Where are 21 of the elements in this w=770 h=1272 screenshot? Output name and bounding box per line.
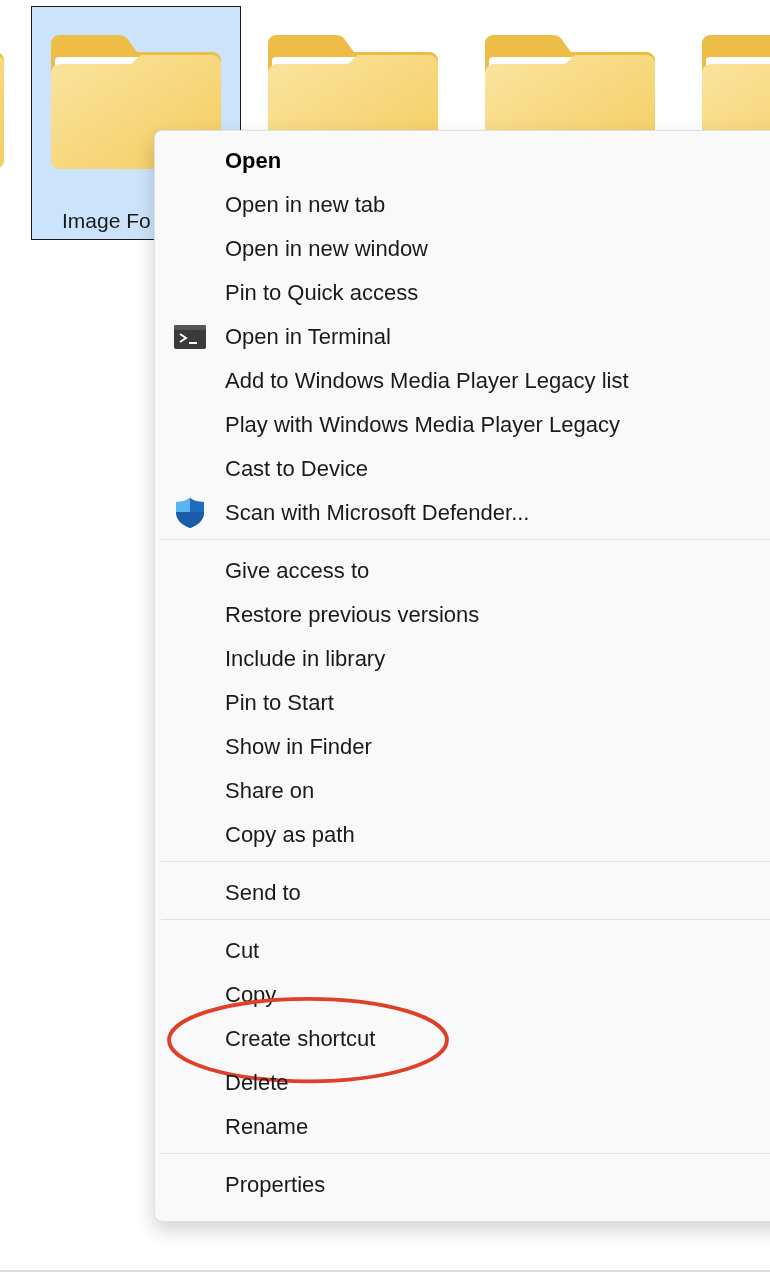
menu-item[interactable]: Give access to [155,549,770,593]
menu-item[interactable]: Copy as path [155,813,770,857]
menu-item[interactable]: Rename [155,1105,770,1149]
menu-item[interactable]: Add to Windows Media Player Legacy list [155,359,770,403]
terminal-icon [174,325,206,349]
menu-item[interactable]: Create shortcut [155,1017,770,1061]
folder-name: Image Fo [62,209,151,233]
menu-item[interactable]: Cut [155,929,770,973]
menu-item[interactable]: Properties [155,1163,770,1207]
menu-item[interactable]: Pin to Quick access [155,271,770,315]
menu-item[interactable]: Play with Windows Media Player Legacy [155,403,770,447]
menu-item[interactable]: Pin to Start [155,681,770,725]
menu-item[interactable]: Open in Terminal [155,315,770,359]
menu-item[interactable]: Show in Finder [155,725,770,769]
shield-icon [176,498,204,528]
menu-item[interactable]: Send to [155,871,770,915]
menu-item[interactable]: Restore previous versions [155,593,770,637]
menu-item[interactable]: Share on [155,769,770,813]
menu-item[interactable]: Cast to Device [155,447,770,491]
menu-item[interactable]: Include in library [155,637,770,681]
menu-item[interactable]: Scan with Microsoft Defender... [155,491,770,535]
